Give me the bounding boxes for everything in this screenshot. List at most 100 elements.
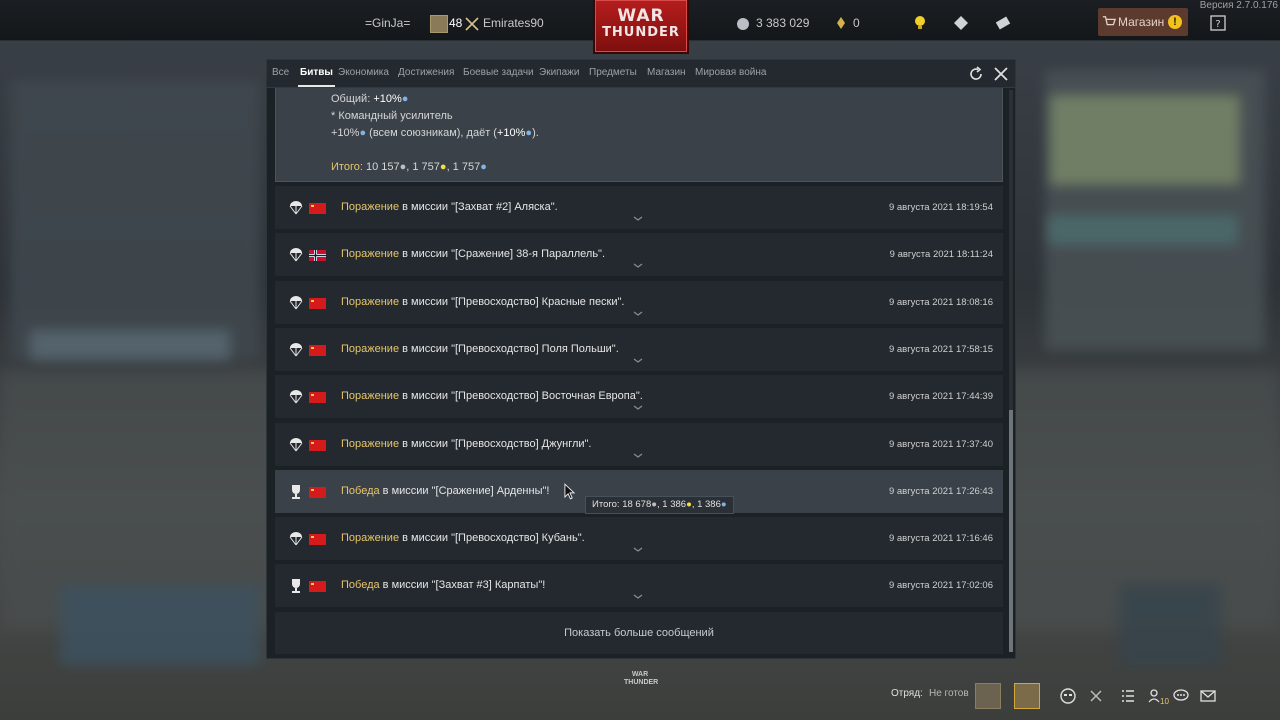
battle-date: 9 августа 2021 18:08:16	[888, 297, 993, 308]
list-icon[interactable]	[1120, 688, 1136, 704]
mouse-cursor-icon	[564, 483, 575, 500]
battle-result: Поражение	[341, 296, 400, 308]
username[interactable]: Emirates90	[483, 0, 544, 40]
battle-row[interactable]: Победа в миссии "[Захват #3] Карпаты"! 9 …	[275, 564, 1003, 607]
battle-message: Победа в миссии "[Захват #3] Карпаты"!	[341, 564, 545, 607]
battle-date: 9 августа 2021 17:26:43	[888, 486, 993, 497]
tab-battles[interactable]: Битвы	[298, 60, 335, 87]
battle-mission: в миссии "[Превосходство] Поля Польши".	[399, 343, 619, 355]
tab-all[interactable]: Все	[272, 60, 289, 87]
battle-date: 9 августа 2021 17:37:40	[888, 439, 993, 450]
chevron-down-icon[interactable]	[633, 263, 643, 269]
scrollbar[interactable]	[1009, 90, 1013, 652]
squad-label: Отряд:	[891, 688, 923, 699]
chevron-down-icon[interactable]	[633, 216, 643, 222]
war-thunder-logo[interactable]: WAR THUNDER	[595, 0, 687, 52]
player-squad-avatar[interactable]	[1014, 683, 1040, 709]
golden-eagles-balance: 0	[853, 16, 860, 30]
battle-date: 9 августа 2021 18:19:54	[888, 202, 993, 213]
battle-row[interactable]: Поражение в миссии "[Превосходство] Поля…	[275, 328, 1003, 371]
squad-mask-icon[interactable]	[1060, 688, 1076, 704]
chat-icon[interactable]	[1173, 688, 1189, 704]
battle-result: Поражение	[341, 532, 400, 544]
summary-line-booster-value: +10%● (всем союзникам), даёт (+10%●).	[331, 127, 539, 139]
scrollbar-thumb[interactable]	[1009, 410, 1013, 652]
tab-world-war[interactable]: Мировая война	[695, 60, 766, 87]
squad-member-avatar[interactable]	[975, 683, 1001, 709]
chevron-down-icon[interactable]	[633, 547, 643, 553]
chevron-down-icon[interactable]	[633, 358, 643, 364]
parachute-icon	[289, 248, 303, 262]
tab-economy[interactable]: Экономика	[338, 60, 389, 87]
coupon-icon[interactable]	[995, 15, 1011, 31]
chevron-down-icon[interactable]	[633, 594, 643, 600]
battle-mission: в миссии "[Захват #3] Карпаты"!	[379, 579, 546, 591]
battle-row[interactable]: Поражение в миссии "[Превосходство] Крас…	[275, 281, 1003, 324]
bottom-logo: WAR THUNDER	[624, 671, 659, 686]
show-more-button[interactable]: Показать больше сообщений	[275, 612, 1003, 654]
shop-button[interactable]: Магазин !	[1098, 8, 1188, 36]
tab-shop[interactable]: Магазин	[647, 60, 686, 87]
ussr-flag-icon	[309, 487, 326, 498]
battle-date: 9 августа 2021 17:58:15	[888, 344, 993, 355]
version-label: Версия 2.7.0.176	[1199, 0, 1278, 11]
battle-date: 9 августа 2021 17:44:39	[888, 391, 993, 402]
ussr-flag-icon	[309, 392, 326, 403]
battle-message: Поражение в миссии "[Превосходство] Куба…	[341, 517, 585, 560]
battle-mission: в миссии "[Превосходство] Кубань".	[399, 532, 585, 544]
battle-date: 9 августа 2021 18:11:24	[889, 249, 993, 260]
battle-mission: в миссии "[Сражение] Арденны"!	[379, 485, 550, 497]
battle-result: Победа	[341, 579, 380, 591]
battle-row[interactable]: Поражение в миссии "[Захват #2] Аляска".…	[275, 186, 1003, 229]
battle-row[interactable]: Поражение в миссии "[Превосходство] Вост…	[275, 375, 1003, 418]
parachute-icon	[289, 532, 303, 546]
parachute-icon	[289, 343, 303, 357]
tab-items[interactable]: Предметы	[589, 60, 637, 87]
close-icon[interactable]	[992, 65, 1010, 83]
battle-message: Поражение в миссии "[Превосходство] Вост…	[341, 375, 643, 418]
tab-achievements[interactable]: Достижения	[398, 60, 454, 87]
battle-message: Поражение в миссии "[Сражение] 38-я Пара…	[341, 233, 605, 276]
help-icon[interactable]: ?	[1210, 15, 1226, 31]
chevron-down-icon[interactable]	[633, 453, 643, 459]
cart-icon	[1102, 16, 1116, 26]
player-avatar-icon[interactable]	[430, 15, 448, 33]
crossed-swords-battle-icon[interactable]	[1088, 688, 1104, 704]
norway-flag-icon	[309, 250, 326, 261]
battle-row[interactable]: Поражение в миссии "[Превосходство] Джун…	[275, 423, 1003, 466]
clan-tag[interactable]: =GinJa=	[365, 0, 410, 40]
battle-result: Поражение	[341, 343, 400, 355]
ussr-flag-icon	[309, 345, 326, 356]
trophy-icon	[292, 579, 300, 593]
mail-icon[interactable]	[1200, 688, 1216, 704]
chevron-down-icon[interactable]	[633, 311, 643, 317]
notifications-panel: Все Битвы Экономика Достижения Боевые за…	[266, 59, 1016, 659]
battle-result: Поражение	[341, 390, 400, 402]
refresh-icon[interactable]	[967, 65, 985, 83]
summary-line-booster: * Командный усилитель	[331, 110, 453, 122]
battle-result: Поражение	[341, 248, 400, 260]
summary-total: Итого: 10 157●, 1 757●, 1 757●	[331, 161, 487, 173]
battle-result: Победа	[341, 485, 380, 497]
battle-row[interactable]: Поражение в миссии "[Сражение] 38-я Пара…	[275, 233, 1003, 276]
battle-row[interactable]: Поражение в миссии "[Превосходство] Куба…	[275, 517, 1003, 560]
tab-battle-tasks[interactable]: Боевые задачи	[463, 60, 534, 87]
lightbulb-icon[interactable]	[912, 15, 928, 31]
tab-crews[interactable]: Экипажи	[539, 60, 579, 87]
rank-badge-icon[interactable]	[953, 15, 969, 31]
battle-message: Поражение в миссии "[Превосходство] Крас…	[341, 281, 624, 324]
shop-label: Магазин	[1118, 15, 1165, 29]
silver-lions-balance: 3 383 029	[756, 16, 810, 30]
parachute-icon	[289, 296, 303, 310]
battle-mission: в миссии "[Превосходство] Джунгли".	[399, 438, 592, 450]
ussr-flag-icon	[309, 298, 326, 309]
battle-result: Поражение	[341, 438, 400, 450]
battle-message: Поражение в миссии "[Превосходство] Поля…	[341, 328, 619, 371]
battle-message: Победа в миссии "[Сражение] Арденны"!	[341, 470, 549, 513]
ussr-flag-icon	[309, 203, 326, 214]
battle-result: Поражение	[341, 201, 400, 213]
parachute-icon	[289, 438, 303, 452]
chevron-down-icon[interactable]	[633, 405, 643, 411]
expanded-battle-details: Общий: +10%● * Командный усилитель +10%●…	[275, 88, 1003, 182]
battle-row[interactable]: Победа в миссии "[Сражение] Арденны"! 9 а…	[275, 470, 1003, 514]
